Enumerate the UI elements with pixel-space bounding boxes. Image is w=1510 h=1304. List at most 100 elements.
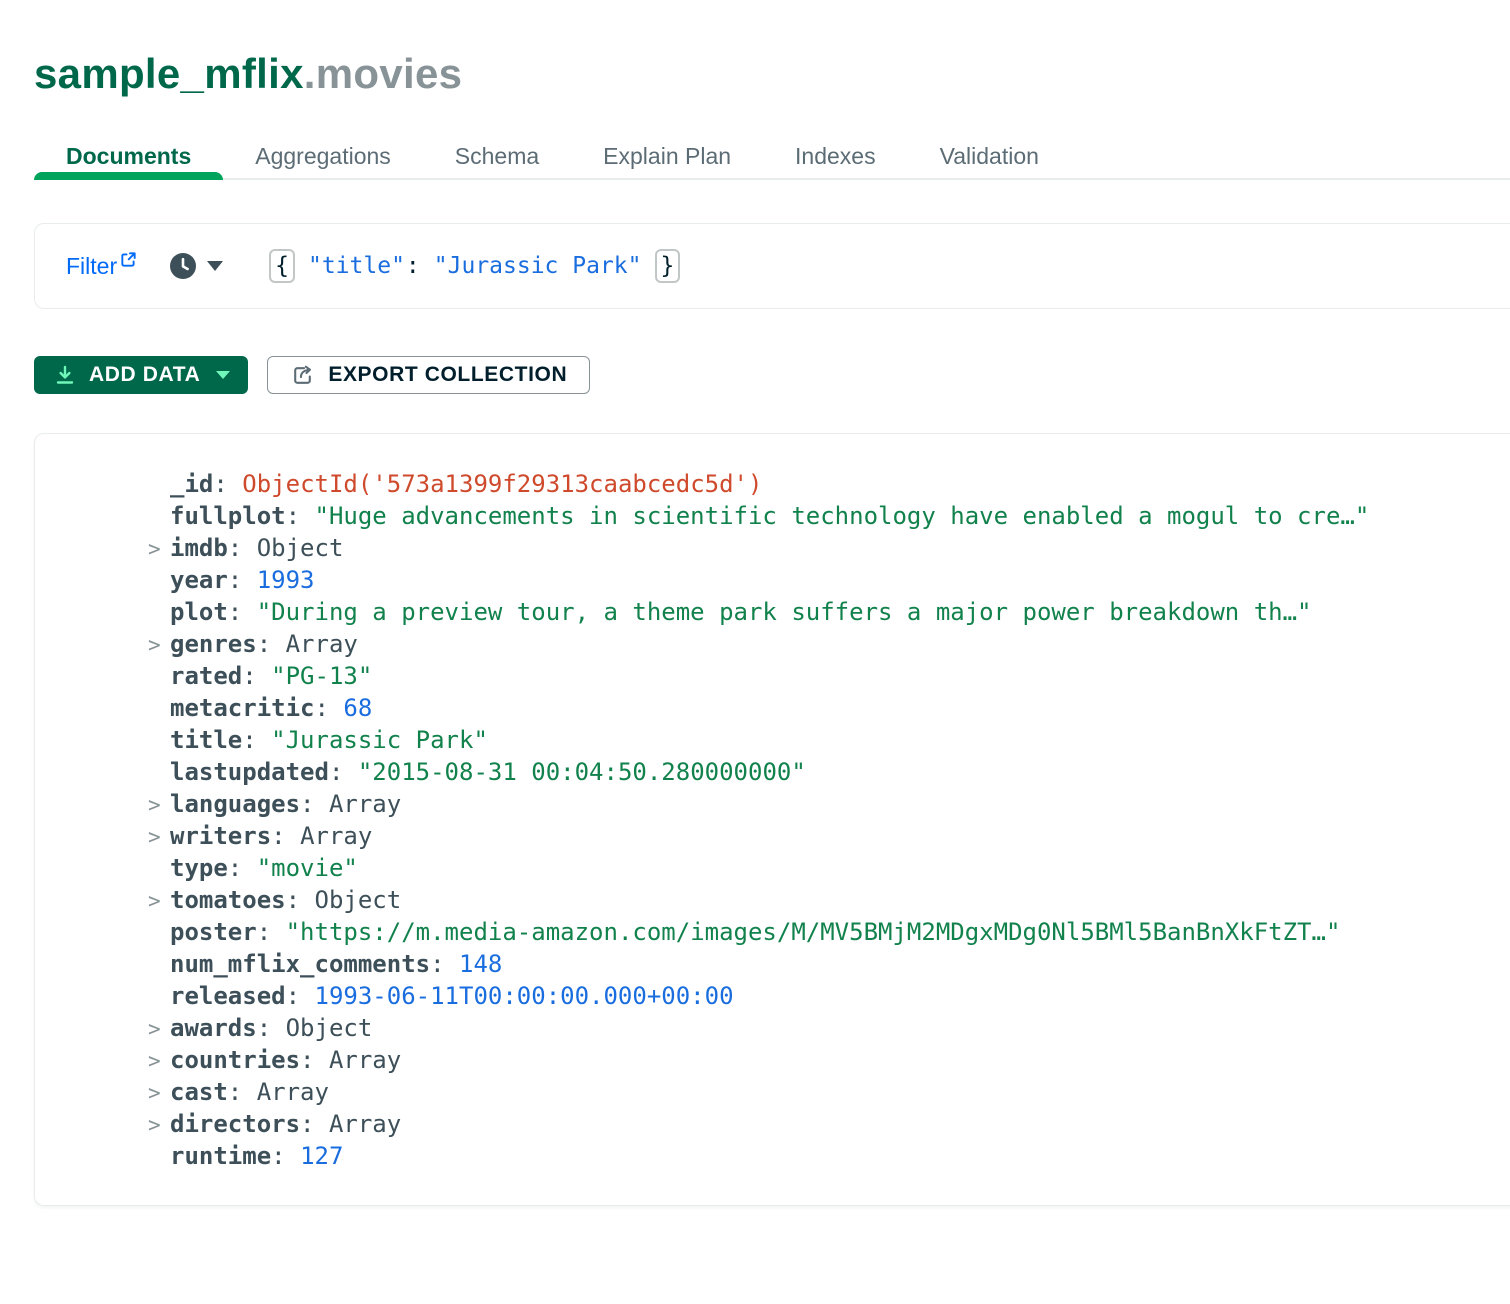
field-key: plot: [170, 598, 228, 626]
field-value: Array: [329, 1046, 401, 1074]
field-key: title: [170, 726, 242, 754]
tab-documents[interactable]: Documents: [34, 134, 223, 178]
field-value: "2015-08-31 00:04:50.280000000": [358, 758, 806, 786]
document-field-row: released: 1993-06-11T00:00:00.000+00:00: [148, 980, 1510, 1012]
document-field-row: _id: ObjectId('573a1399f29313caabcedc5d'…: [148, 468, 1510, 500]
expand-chevron-icon[interactable]: >: [148, 821, 170, 852]
document-field-row: plot: "During a preview tour, a theme pa…: [148, 596, 1510, 628]
field-key: year: [170, 566, 228, 594]
collection-page: sample_mflix.movies DocumentsAggregation…: [0, 50, 1510, 1206]
tab-schema[interactable]: Schema: [423, 134, 571, 178]
key-colon: :: [300, 1110, 329, 1138]
key-colon: :: [228, 534, 257, 562]
document-field-row: lastupdated: "2015-08-31 00:04:50.280000…: [148, 756, 1510, 788]
database-name: sample_mflix: [34, 50, 304, 97]
key-colon: :: [271, 1142, 300, 1170]
actions-toolbar: ADD DATA EXPORT COLLECTION: [34, 356, 1510, 394]
document-field-row: >writers: Array: [148, 820, 1510, 852]
key-colon: :: [300, 1046, 329, 1074]
field-value: 148: [459, 950, 502, 978]
filter-label: Filter: [66, 253, 117, 280]
key-colon: :: [300, 790, 329, 818]
document-field-row: year: 1993: [148, 564, 1510, 596]
field-key: writers: [170, 822, 271, 850]
key-colon: :: [242, 662, 271, 690]
field-value: "https://m.media-amazon.com/images/M/MV5…: [286, 918, 1341, 946]
field-key: imdb: [170, 534, 228, 562]
open-brace: {: [269, 249, 295, 283]
field-key: _id: [170, 470, 213, 498]
expand-chevron-icon[interactable]: >: [148, 629, 170, 660]
page-title: sample_mflix.movies: [34, 50, 1510, 98]
tab-aggregations[interactable]: Aggregations: [223, 134, 423, 178]
document-field-row: >directors: Array: [148, 1108, 1510, 1140]
expand-chevron-icon[interactable]: >: [148, 1109, 170, 1140]
query-value: "Jurassic Park": [434, 253, 642, 279]
key-colon: :: [257, 918, 286, 946]
key-colon: :: [228, 1078, 257, 1106]
filter-query-input[interactable]: { "title" : "Jurassic Park" }: [269, 249, 680, 283]
field-key: poster: [170, 918, 257, 946]
tab-validation[interactable]: Validation: [908, 134, 1071, 178]
document-field-row: runtime: 127: [148, 1140, 1510, 1172]
document-field-list: _id: ObjectId('573a1399f29313caabcedc5d'…: [148, 468, 1510, 1172]
query-bar: Filter { "title" : "Jurassic Park" }: [34, 223, 1510, 309]
field-key: languages: [170, 790, 300, 818]
field-value: ObjectId('573a1399f29313caabcedc5d'): [242, 470, 762, 498]
field-key: countries: [170, 1046, 300, 1074]
document-field-row: >cast: Array: [148, 1076, 1510, 1108]
field-value: Object: [257, 534, 344, 562]
expand-chevron-icon[interactable]: >: [148, 789, 170, 820]
caret-down-icon: [207, 261, 223, 271]
filter-link[interactable]: Filter: [66, 253, 137, 280]
key-colon: :: [286, 502, 315, 530]
field-key: runtime: [170, 1142, 271, 1170]
key-colon: :: [228, 598, 257, 626]
clock-icon: [169, 252, 197, 280]
expand-chevron-icon[interactable]: >: [148, 885, 170, 916]
field-key: type: [170, 854, 228, 882]
document-field-row: >awards: Object: [148, 1012, 1510, 1044]
field-value: Object: [286, 1014, 373, 1042]
expand-chevron-icon[interactable]: >: [148, 1077, 170, 1108]
key-colon: :: [257, 630, 286, 658]
caret-down-icon: [216, 371, 230, 379]
field-key: lastupdated: [170, 758, 329, 786]
document-field-row: poster: "https://m.media-amazon.com/imag…: [148, 916, 1510, 948]
document-field-row: >imdb: Object: [148, 532, 1510, 564]
key-colon: :: [286, 982, 315, 1010]
query-colon: :: [406, 253, 420, 279]
key-colon: :: [315, 694, 344, 722]
export-collection-button[interactable]: EXPORT COLLECTION: [267, 356, 590, 394]
expand-chevron-icon[interactable]: >: [148, 533, 170, 564]
field-key: genres: [170, 630, 257, 658]
field-value: "PG-13": [271, 662, 372, 690]
key-colon: :: [430, 950, 459, 978]
field-value: 127: [300, 1142, 343, 1170]
key-colon: :: [286, 886, 315, 914]
expand-chevron-icon[interactable]: >: [148, 1013, 170, 1044]
key-colon: :: [228, 566, 257, 594]
expand-chevron-icon[interactable]: >: [148, 1045, 170, 1076]
tab-indexes[interactable]: Indexes: [763, 134, 908, 178]
collection-tabs: DocumentsAggregationsSchemaExplain PlanI…: [34, 134, 1510, 180]
document-field-row: rated: "PG-13": [148, 660, 1510, 692]
field-value: Array: [257, 1078, 329, 1106]
field-value: "Huge advancements in scientific technol…: [315, 502, 1370, 530]
key-colon: :: [329, 758, 358, 786]
document-field-row: num_mflix_comments: 148: [148, 948, 1510, 980]
field-value: "During a preview tour, a theme park suf…: [257, 598, 1312, 626]
key-colon: :: [242, 726, 271, 754]
add-data-button[interactable]: ADD DATA: [34, 356, 248, 394]
tab-explain-plan[interactable]: Explain Plan: [571, 134, 763, 178]
document-field-row: >languages: Array: [148, 788, 1510, 820]
field-key: tomatoes: [170, 886, 286, 914]
query-key: "title": [308, 253, 405, 279]
key-colon: :: [228, 854, 257, 882]
field-value: Object: [315, 886, 402, 914]
key-colon: :: [257, 1014, 286, 1042]
document-card: _id: ObjectId('573a1399f29313caabcedc5d'…: [34, 433, 1510, 1206]
query-history-button[interactable]: [169, 252, 223, 280]
field-key: released: [170, 982, 286, 1010]
export-arrow-icon: [290, 363, 315, 388]
